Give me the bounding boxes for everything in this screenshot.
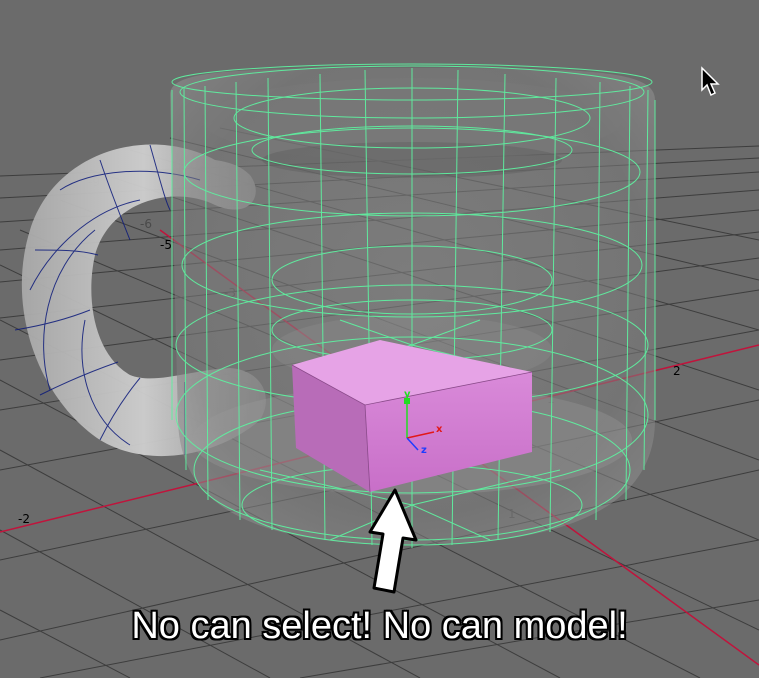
gizmo-y-label: y [404,389,411,400]
grid-label-minus-six: -6 [140,217,152,231]
caption-container: No can select! No can model! [0,604,759,648]
grid-label-minus-five: -5 [160,238,172,252]
caption-text: No can select! No can model! [131,604,629,648]
3d-viewport[interactable]: -2 2 1 1 -5 -3 -6 -9 [0,0,759,678]
mouse-pointer-icon [701,66,720,97]
grid-label-two: 2 [673,364,681,378]
grid-label-minus-two: -2 [18,512,30,526]
gizmo-z-label: z [421,445,427,456]
scene-canvas[interactable]: -2 2 1 1 -5 -3 -6 -9 [0,0,759,678]
gizmo-x-label: x [436,424,443,435]
